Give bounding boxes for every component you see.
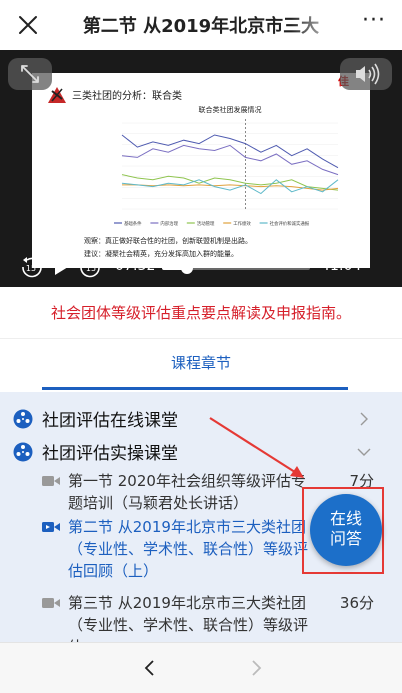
slide-heading: 三类社团的分析：联合类 xyxy=(72,91,182,102)
section-label: 社团评估在线课堂 xyxy=(42,411,178,431)
legend-entry: 社会评价和诚实通报 xyxy=(270,220,310,227)
tab-course-chapters[interactable]: 课程章节 xyxy=(0,340,402,392)
bottom-nav xyxy=(0,642,402,693)
line-chart: 联合类社团发展情况基础条件 内部治理 活动管理 工作绩效 社会评价和诚实通报 xyxy=(114,105,339,227)
play-icon[interactable] xyxy=(52,256,70,278)
skip-back-icon[interactable]: 15 xyxy=(20,256,42,278)
film-reel-icon xyxy=(13,409,33,429)
player-controls: 15 15 07:32 -41:04 xyxy=(0,250,402,287)
section-practice-class[interactable]: 社团评估实操课堂 xyxy=(12,438,390,464)
qa-label-line1: 在线 xyxy=(329,509,362,528)
film-reel-icon xyxy=(13,442,33,462)
qa-label-line2: 问答 xyxy=(329,529,362,548)
legend-entry: 基础条件 xyxy=(124,220,142,227)
video-camera-icon xyxy=(42,522,60,532)
fullscreen-button[interactable] xyxy=(8,58,52,90)
lesson-duration: 36分 xyxy=(339,594,374,612)
video-camera-icon xyxy=(42,598,60,608)
current-time: 07:32 xyxy=(115,258,156,274)
page: 第二节 从2019年北京市三大 ··· 佳 三类社团的分析：联合类 联合类社团发… xyxy=(0,0,402,693)
chevron-down-icon xyxy=(357,448,371,456)
volume-icon xyxy=(356,63,380,85)
chart-title: 联合类社团发展情况 xyxy=(199,105,262,114)
slide-note-1: 观察：真正做好联合性的社团，创新联盟机制是出路。 xyxy=(84,237,252,245)
lesson-item-3[interactable]: 第三节 从2019年北京市三大类社团（专业性、学术性、联合性）等级评估 36分 xyxy=(42,592,388,642)
online-qa-button[interactable]: 在线 问答 xyxy=(310,494,382,566)
series-line-5 xyxy=(121,179,339,195)
expand-icon xyxy=(21,65,39,83)
tab-label: 课程章节 xyxy=(170,354,231,372)
section-label: 社团评估实操课堂 xyxy=(42,444,178,464)
video-camera-icon xyxy=(42,476,60,486)
skip-forward-label: 15 xyxy=(86,264,96,273)
lesson-title: 第一节 2020年社会组织等级评估专题培训（马颖君处长讲话） xyxy=(68,472,306,512)
skip-forward-icon[interactable]: 15 xyxy=(80,256,102,278)
course-subtitle: 社会团体等级评估重点要点解读及申报指南。 xyxy=(0,287,402,339)
tab-underline xyxy=(42,387,348,390)
seek-thumb[interactable] xyxy=(181,262,194,274)
legend-entry: 工作绩效 xyxy=(233,220,251,227)
seek-bar[interactable] xyxy=(162,262,310,274)
page-title: 第二节 从2019年北京市三大 xyxy=(82,16,320,37)
series-line-1 xyxy=(121,134,339,169)
legend-entry: 内部治理 xyxy=(160,220,178,227)
video-player[interactable]: 佳 三类社团的分析：联合类 联合类社团发展情况基础条件内部治理活动管理工作绩效社… xyxy=(0,50,402,287)
remaining-time: -41:04 xyxy=(316,258,362,274)
close-icon[interactable] xyxy=(16,13,40,37)
lesson-title: 第三节 从2019年北京市三大类社团（专业性、学术性、联合性）等级评估 xyxy=(68,594,309,642)
section-online-class[interactable]: 社团评估在线课堂 xyxy=(12,405,390,431)
chevron-right-icon xyxy=(360,412,368,426)
top-bar: 第二节 从2019年北京市三大 ··· xyxy=(0,0,402,50)
lesson-title: 第二节 从2019年北京市三大类社团（专业性、学术性、联合性）等级评估回顾（上） xyxy=(68,518,309,580)
more-icon[interactable]: ··· xyxy=(360,10,388,36)
video-frame: 佳 三类社团的分析：联合类 联合类社团发展情况基础条件内部治理活动管理工作绩效社… xyxy=(32,73,370,268)
legend-entry: 活动管理 xyxy=(197,220,215,227)
skip-back-label: 15 xyxy=(26,264,36,273)
back-arrow-icon[interactable] xyxy=(140,658,160,678)
forward-arrow-icon[interactable] xyxy=(246,658,266,678)
volume-button[interactable] xyxy=(340,58,392,90)
